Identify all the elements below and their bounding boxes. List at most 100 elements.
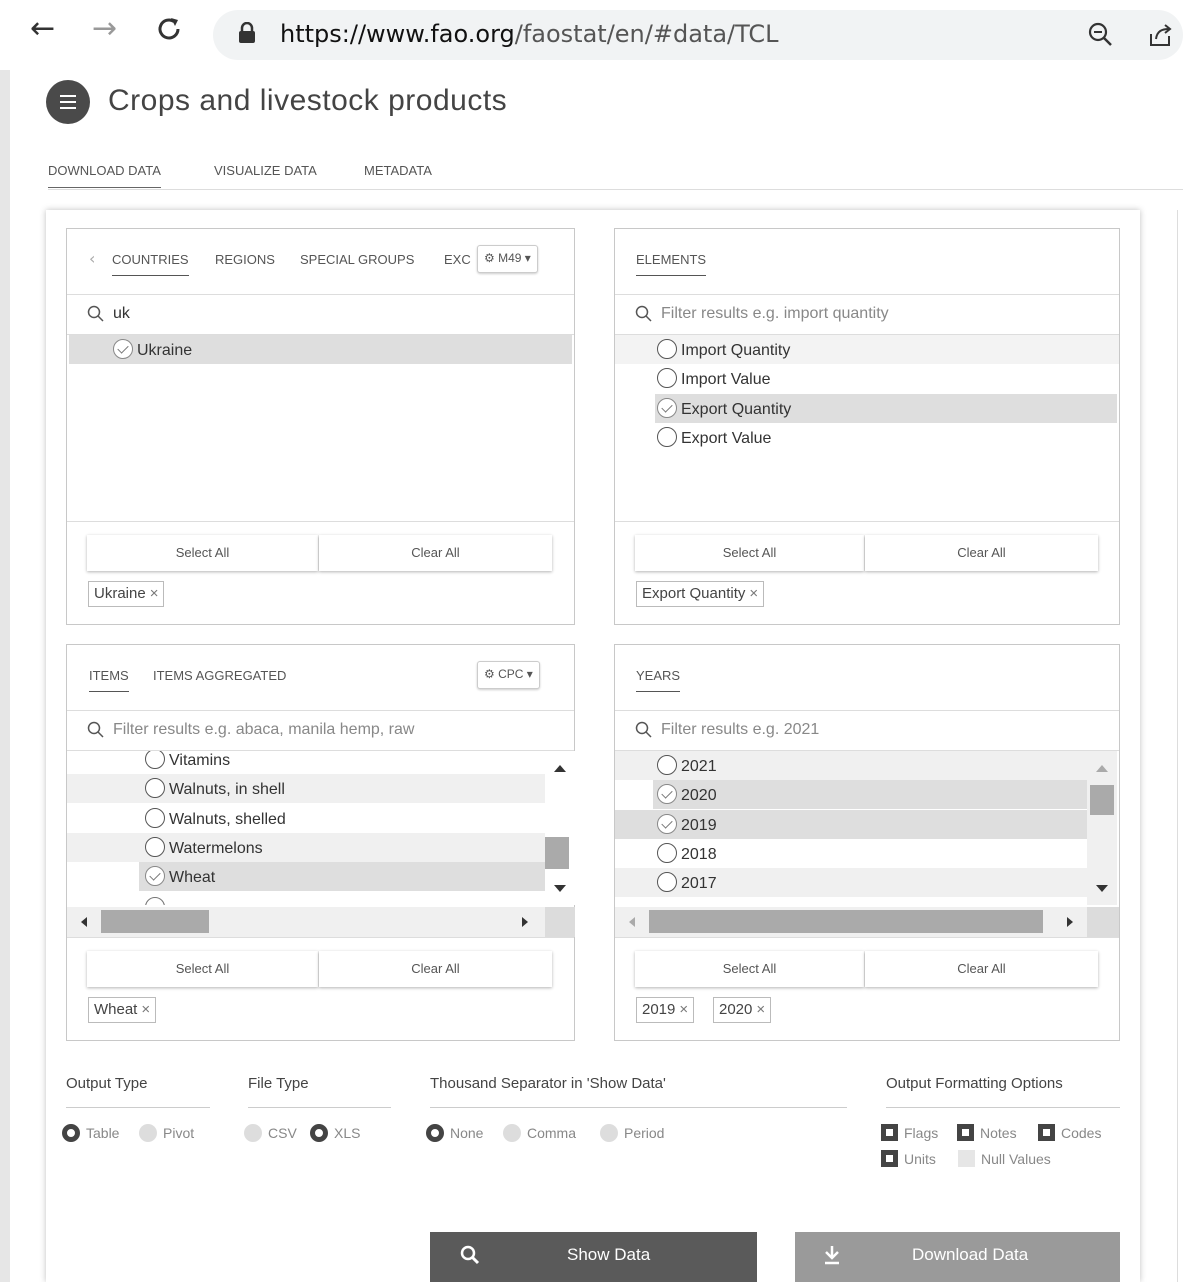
tab-metadata[interactable]: METADATA <box>364 163 432 178</box>
select-all-button[interactable]: Select All <box>635 535 864 571</box>
countries-search[interactable]: uk <box>67 295 574 335</box>
scroll-up-icon[interactable] <box>554 765 566 772</box>
code-system-button[interactable]: ⚙ CPC ▾ <box>477 661 540 689</box>
list-item[interactable]: Export Quantity <box>655 394 1117 423</box>
years-horizontal-scrollbar[interactable] <box>615 907 1087 937</box>
units-checkbox[interactable]: Units <box>881 1150 936 1167</box>
scroll-left-icon[interactable] <box>81 917 87 927</box>
list-item[interactable]: Ukraine <box>69 335 572 364</box>
scroll-down-icon[interactable] <box>554 885 566 892</box>
select-all-button[interactable]: Select All <box>635 951 864 987</box>
file-type-csv-radio[interactable]: CSV <box>244 1124 297 1142</box>
separator-none-radio[interactable]: None <box>426 1124 483 1142</box>
elements-search-input[interactable]: Filter results e.g. import quantity <box>661 305 889 323</box>
flags-checkbox[interactable]: Flags <box>881 1124 938 1141</box>
list-item[interactable]: 2021 <box>615 751 1087 780</box>
list-item[interactable]: Vitamins <box>67 751 545 774</box>
list-item[interactable]: 2020 <box>653 780 1087 809</box>
list-item[interactable]: Walnuts, in shell <box>67 774 545 803</box>
scroll-thumb[interactable] <box>649 910 1043 933</box>
caret-down-icon: ▾ <box>526 667 533 681</box>
list-item[interactable]: Watermelons <box>67 833 545 862</box>
show-data-label: Show Data <box>567 1245 651 1264</box>
years-select-buttons: Select All Clear All <box>635 951 1098 987</box>
scroll-left-icon[interactable] <box>629 917 635 927</box>
close-icon[interactable]: × <box>150 585 159 602</box>
years-vertical-scrollbar[interactable] <box>1087 751 1117 905</box>
scroll-thumb[interactable] <box>101 910 209 933</box>
close-icon[interactable]: × <box>756 1001 765 1018</box>
years-search[interactable]: Filter results e.g. 2021 <box>615 711 1119 751</box>
scroll-up-icon[interactable] <box>1096 765 1108 772</box>
output-type-label: Output Type <box>66 1075 148 1092</box>
list-item[interactable]: Wheat <box>139 862 545 891</box>
notes-checkbox[interactable]: Notes <box>957 1124 1017 1141</box>
selected-chip[interactable]: 2020 × <box>713 997 772 1023</box>
selected-chip[interactable]: 2019 × <box>636 997 695 1023</box>
list-item-label: Watermelons <box>169 840 263 857</box>
list-item[interactable]: 2018 <box>615 839 1087 868</box>
separator-period-radio[interactable]: Period <box>600 1124 664 1142</box>
selected-chip[interactable]: Export Quantity × <box>636 581 765 607</box>
output-type-pivot-radio[interactable]: Pivot <box>139 1124 194 1142</box>
clear-all-button[interactable]: Clear All <box>319 535 552 571</box>
reload-icon[interactable] <box>154 14 184 50</box>
share-icon[interactable] <box>1148 22 1174 52</box>
close-icon[interactable]: × <box>749 585 758 602</box>
tab-regions[interactable]: REGIONS <box>215 252 275 267</box>
selected-chip[interactable]: Ukraine × <box>88 581 165 607</box>
items-search[interactable]: Filter results e.g. abaca, manila hemp, … <box>67 711 574 751</box>
check-circle-icon <box>657 814 677 834</box>
tab-exc[interactable]: EXC <box>444 252 471 267</box>
codes-checkbox[interactable]: Codes <box>1038 1124 1101 1141</box>
tab-items[interactable]: ITEMS <box>89 668 129 692</box>
select-all-button[interactable]: Select All <box>87 535 318 571</box>
clear-all-button[interactable]: Clear All <box>865 951 1098 987</box>
radio-icon <box>657 368 677 388</box>
selected-chip[interactable]: Wheat × <box>88 997 157 1023</box>
elements-search[interactable]: Filter results e.g. import quantity <box>615 295 1119 335</box>
close-icon[interactable]: × <box>141 1001 150 1018</box>
tab-countries[interactable]: COUNTRIES <box>112 252 189 276</box>
list-item[interactable]: Import Value <box>615 364 1119 393</box>
null-values-checkbox[interactable]: Null Values <box>958 1150 1051 1167</box>
show-data-button[interactable]: Show Data <box>430 1232 757 1282</box>
tab-elements[interactable]: ELEMENTS <box>636 252 707 276</box>
scroll-down-icon[interactable] <box>1096 885 1108 892</box>
list-item[interactable]: 2017 <box>615 868 1087 897</box>
list-item[interactable]: Export Value <box>615 423 1119 452</box>
tab-special-groups[interactable]: SPECIAL GROUPS <box>300 252 414 267</box>
scroll-right-icon[interactable] <box>1067 917 1073 927</box>
clear-all-button[interactable]: Clear All <box>319 951 552 987</box>
chevron-left-icon[interactable]: ‹ <box>89 249 95 268</box>
tab-years[interactable]: YEARS <box>636 668 681 692</box>
zoom-out-icon[interactable] <box>1087 21 1113 51</box>
select-all-button[interactable]: Select All <box>87 951 318 987</box>
download-data-button[interactable]: Download Data <box>795 1232 1120 1282</box>
url-text[interactable]: https://www.fao.org/faostat/en/#data/TCL <box>280 20 779 48</box>
items-vertical-scrollbar[interactable] <box>545 751 575 905</box>
menu-button[interactable] <box>46 80 90 124</box>
close-icon[interactable]: × <box>679 1001 688 1018</box>
scroll-thumb[interactable] <box>545 837 569 869</box>
tab-download-data[interactable]: DOWNLOAD DATA <box>48 163 161 188</box>
file-type-label: File Type <box>248 1075 309 1092</box>
countries-search-input[interactable]: uk <box>113 305 130 323</box>
years-search-input[interactable]: Filter results e.g. 2021 <box>661 721 819 739</box>
scroll-thumb[interactable] <box>1090 785 1114 815</box>
list-item[interactable]: Walnuts, shelled <box>67 804 545 833</box>
list-item[interactable]: Import Quantity <box>615 335 1119 364</box>
code-system-button[interactable]: ⚙ M49 ▾ <box>477 245 538 273</box>
tab-visualize-data[interactable]: VISUALIZE DATA <box>214 163 317 178</box>
file-type-xls-radio[interactable]: XLS <box>310 1124 360 1142</box>
forward-icon[interactable]: → <box>92 14 117 44</box>
items-search-input[interactable]: Filter results e.g. abaca, manila hemp, … <box>113 721 414 739</box>
back-icon[interactable]: ← <box>30 14 55 44</box>
list-item[interactable]: 2019 <box>615 810 1087 839</box>
output-type-table-radio[interactable]: Table <box>62 1124 119 1142</box>
scroll-right-icon[interactable] <box>522 917 528 927</box>
tab-items-aggregated[interactable]: ITEMS AGGREGATED <box>153 668 286 683</box>
items-horizontal-scrollbar[interactable] <box>67 907 545 937</box>
clear-all-button[interactable]: Clear All <box>865 535 1098 571</box>
separator-comma-radio[interactable]: Comma <box>503 1124 576 1142</box>
